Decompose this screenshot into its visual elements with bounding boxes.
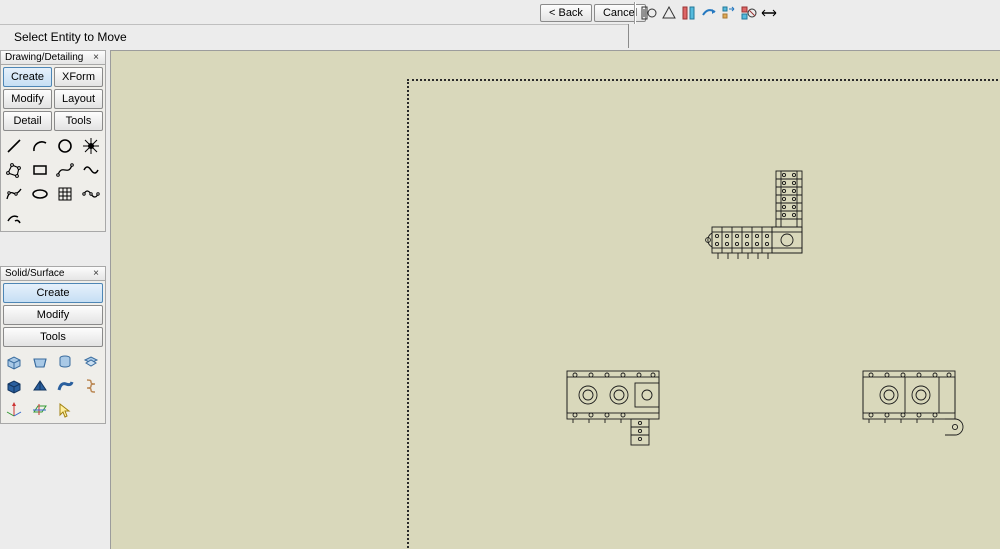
cut-icon[interactable]: [3, 207, 25, 229]
arc-icon[interactable]: [29, 135, 51, 157]
extrude-icon[interactable]: [3, 351, 25, 373]
panel-drawing-close-icon[interactable]: ×: [91, 53, 101, 63]
solid-tools: [3, 351, 103, 421]
polygon-icon[interactable]: [3, 159, 25, 181]
drawing-tools: [3, 135, 103, 229]
horizontal-rule: [0, 24, 628, 25]
nurbs-icon[interactable]: [3, 183, 25, 205]
drawing-tabs: Create XForm Modify Layout Detail Tools: [3, 67, 103, 131]
panel-drawing-body: Create XForm Modify Layout Detail Tools: [1, 65, 105, 231]
shell-icon[interactable]: [3, 375, 25, 397]
stretch-icon[interactable]: [720, 4, 738, 22]
entity-options-icon[interactable]: [640, 4, 658, 22]
sidebar: Drawing/Detailing × Create XForm Modify …: [0, 50, 106, 428]
paper-border: [407, 79, 1000, 549]
helix-icon[interactable]: [80, 375, 102, 397]
top-bar: < Back Cancel: [0, 2, 1000, 24]
axes-icon[interactable]: [3, 399, 25, 421]
solid-tabs: Create Modify Tools: [3, 283, 103, 347]
plane-icon[interactable]: [29, 399, 51, 421]
panel-drawing-label: Drawing/Detailing: [5, 52, 83, 63]
top-icon-row: [640, 3, 778, 23]
circle-icon[interactable]: [54, 135, 76, 157]
back-button[interactable]: < Back: [540, 4, 592, 22]
hatch-icon[interactable]: [54, 183, 76, 205]
tab-detail[interactable]: Detail: [3, 111, 52, 131]
panel-solid: Solid/Surface × Create Modify Tools: [0, 266, 106, 424]
rib-icon[interactable]: [29, 375, 51, 397]
spline-edit-icon[interactable]: [80, 183, 102, 205]
options-icon[interactable]: [740, 4, 758, 22]
panel-solid-label: Solid/Surface: [5, 268, 64, 279]
tab-create[interactable]: Create: [3, 67, 52, 87]
cad-part-top: [704, 169, 824, 269]
wave-icon[interactable]: [80, 159, 102, 181]
tab-modify[interactable]: Modify: [3, 89, 52, 109]
ellipse-icon[interactable]: [29, 183, 51, 205]
vertical-rule: [628, 24, 629, 48]
line-icon[interactable]: [3, 135, 25, 157]
panel-solid-title[interactable]: Solid/Surface ×: [1, 267, 105, 281]
cad-part-left: [563, 365, 673, 455]
column-toggle-icon[interactable]: [680, 4, 698, 22]
panel-drawing: Drawing/Detailing × Create XForm Modify …: [0, 50, 106, 232]
panel-drawing-title[interactable]: Drawing/Detailing ×: [1, 51, 105, 65]
tab-solid-create[interactable]: Create: [3, 283, 103, 303]
tab-solid-tools[interactable]: Tools: [3, 327, 103, 347]
status-prompt: Select Entity to Move: [14, 30, 127, 44]
drawing-canvas[interactable]: [110, 50, 1000, 549]
sweep-icon[interactable]: [54, 375, 76, 397]
panel-solid-close-icon[interactable]: ×: [91, 269, 101, 279]
loft-icon[interactable]: [29, 351, 51, 373]
rectangle-icon[interactable]: [29, 159, 51, 181]
cad-part-right: [859, 365, 969, 445]
nav-buttons: < Back Cancel: [540, 4, 646, 22]
tab-solid-modify[interactable]: Modify: [3, 305, 103, 325]
bezier-icon[interactable]: [54, 159, 76, 181]
tab-layout[interactable]: Layout: [54, 89, 103, 109]
panel-solid-body: Create Modify Tools: [1, 281, 105, 423]
horizontal-icon[interactable]: [760, 4, 778, 22]
cancel-button[interactable]: Cancel: [594, 4, 646, 22]
tab-xform[interactable]: XForm: [54, 67, 103, 87]
revolve-icon[interactable]: [54, 351, 76, 373]
redo-arrow-icon[interactable]: [700, 4, 718, 22]
offset-icon[interactable]: [80, 351, 102, 373]
point-icon[interactable]: [80, 135, 102, 157]
toolbar-separator: [634, 2, 636, 24]
tab-tools[interactable]: Tools: [54, 111, 103, 131]
triangle-icon[interactable]: [660, 4, 678, 22]
pick-icon[interactable]: [54, 399, 76, 421]
